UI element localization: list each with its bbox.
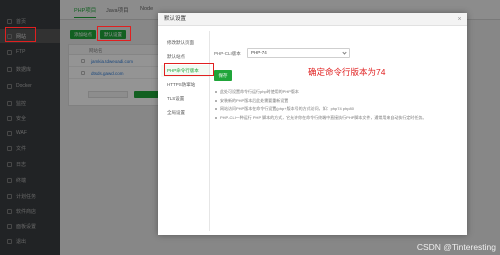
watermark: CSDN @Tinteresting bbox=[416, 242, 496, 252]
annotation-text: 确定命令行版本为74 bbox=[308, 67, 386, 77]
help-note: 安装新的PHP版本后此处需要重新设置 bbox=[214, 97, 462, 106]
save-button[interactable]: 保存 bbox=[214, 70, 232, 81]
nav-default-site[interactable]: 默认站点 bbox=[161, 51, 209, 63]
modal-nav: 修改默认页面 默认站点 PHP命令行版本 HTTPS防窜站 TLS设置 全局设置 bbox=[161, 31, 210, 231]
highlight-box-php-cli-nav bbox=[164, 63, 214, 76]
modal-title: 默认设置 bbox=[158, 13, 467, 26]
help-note: PHP-CLI一种运行 PHP 脚本的方式，它允许你在命令行终端中直接执行PHP… bbox=[214, 114, 462, 123]
close-icon[interactable]: × bbox=[456, 16, 463, 23]
help-notes: 此处可设置命令行运行php时使用的PHP版本 安装新的PHP版本后此处需要重新设… bbox=[214, 88, 462, 122]
help-note: 此处可设置命令行运行php时使用的PHP版本 bbox=[214, 88, 462, 97]
php-cli-label: PHP-CLI版本 bbox=[214, 51, 241, 56]
php-version-select[interactable]: PHP-74 bbox=[247, 48, 350, 58]
modal-body: PHP-CLI版本 PHP-74 确定命令行版本为74 保存 此处可设置命令行运… bbox=[214, 31, 464, 231]
nav-modify-default-page[interactable]: 修改默认页面 bbox=[161, 37, 209, 49]
php-version-value: PHP-74 bbox=[251, 50, 267, 55]
nav-global-settings[interactable]: 全局设置 bbox=[161, 107, 209, 119]
default-settings-modal: 默认设置 × 修改默认页面 默认站点 PHP命令行版本 HTTPS防窜站 TLS… bbox=[158, 13, 467, 235]
highlight-box-default-settings bbox=[97, 26, 131, 41]
highlight-box-website bbox=[5, 27, 36, 42]
help-note: 网站访问PHP版本在命令行设置(php+版本号的方式访问，如：php74 php… bbox=[214, 105, 462, 114]
chevron-down-icon bbox=[342, 50, 347, 55]
nav-https-anti-hijack[interactable]: HTTPS防窜站 bbox=[161, 79, 209, 91]
nav-tls-settings[interactable]: TLS设置 bbox=[161, 93, 209, 105]
